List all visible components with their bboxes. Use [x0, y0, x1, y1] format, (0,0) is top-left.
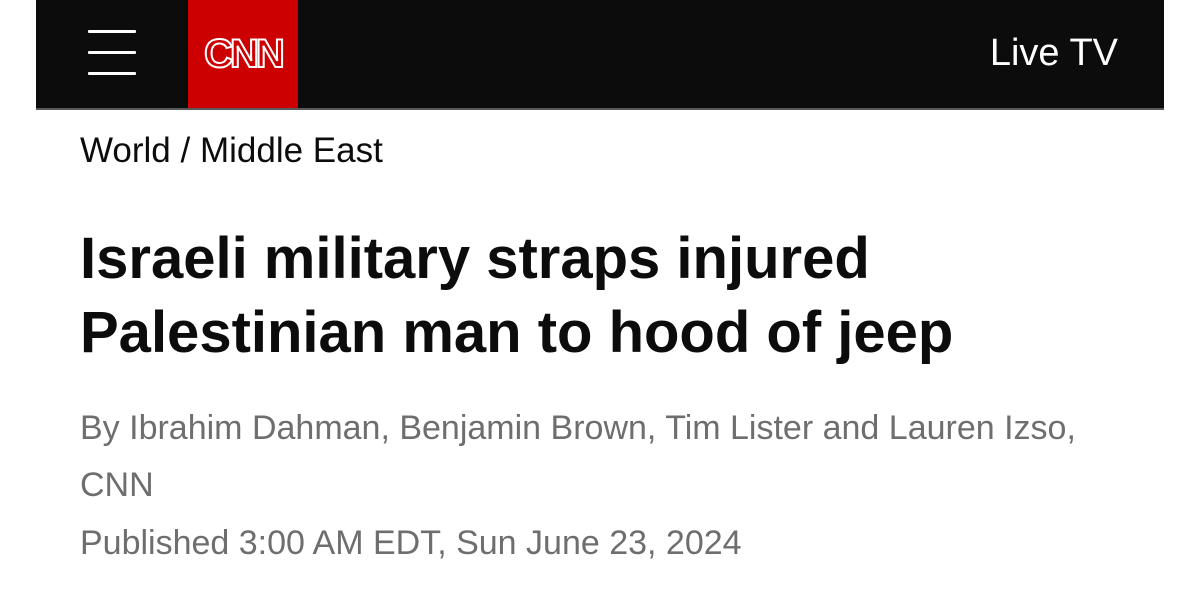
- menu-line: [88, 72, 136, 75]
- menu-line: [88, 30, 136, 33]
- cnn-logo[interactable]: CNN: [188, 0, 298, 108]
- breadcrumb-world-link[interactable]: World: [80, 131, 171, 170]
- breadcrumb-middle-east-link[interactable]: Middle East: [200, 131, 383, 170]
- cnn-logo-wordmark: CNN: [203, 32, 286, 76]
- article-headline: Israeli military straps injured Palestin…: [80, 226, 954, 365]
- breadcrumb: World / Middle East: [80, 130, 383, 172]
- live-tv-link[interactable]: Live TV: [990, 31, 1118, 75]
- breadcrumb-separator: /: [170, 131, 200, 170]
- published-timestamp: Published 3:00 AM EDT, Sun June 23, 2024: [80, 524, 742, 562]
- hamburger-menu-icon[interactable]: [88, 30, 136, 76]
- top-navigation-bar: CNN Live TV: [36, 0, 1164, 110]
- menu-line: [88, 51, 136, 54]
- article-byline: By Ibrahim Dahman, Benjamin Brown, Tim L…: [80, 409, 1076, 504]
